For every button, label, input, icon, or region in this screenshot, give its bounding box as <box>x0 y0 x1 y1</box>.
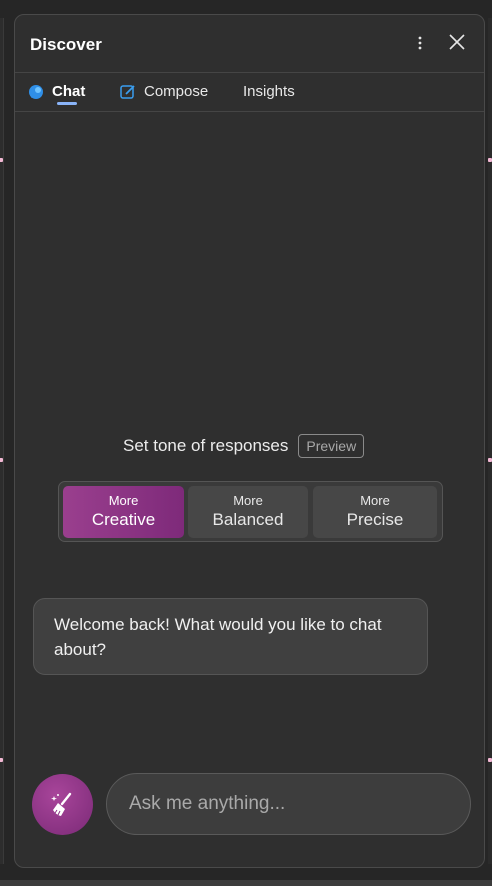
tone-precise-button[interactable]: More Precise <box>313 486 437 538</box>
broom-icon <box>50 792 71 816</box>
compose-icon <box>120 84 136 100</box>
edge-marker <box>0 458 3 462</box>
tone-balanced-name: Balanced <box>212 510 284 529</box>
close-button[interactable] <box>445 30 469 54</box>
tone-precise-name: Precise <box>346 510 404 529</box>
edge-marker <box>488 758 492 762</box>
tone-selector: More Creative More Balanced More Precise <box>58 481 443 542</box>
tone-creative-prefix: More <box>108 493 139 508</box>
tone-label: Set tone of responses <box>123 436 289 455</box>
tone-balanced-prefix: More <box>233 493 263 508</box>
more-vertical-icon <box>418 36 422 50</box>
welcome-message: Welcome back! What would you like to cha… <box>33 598 428 675</box>
tab-bar: Chat Compose Insights <box>15 72 484 112</box>
tab-compose-label: Compose <box>144 83 209 100</box>
tone-header: Set tone of responses Preview <box>123 433 365 459</box>
ask-input[interactable] <box>106 773 471 835</box>
tab-compose[interactable]: Compose <box>120 72 208 111</box>
tab-insights-label: Insights <box>243 83 295 100</box>
right-edge <box>488 18 492 864</box>
discover-panel: Discover Chat Compose Insights Set tone … <box>14 14 485 868</box>
panel-header: Discover <box>15 15 484 73</box>
edge-marker <box>488 458 492 462</box>
panel-title: Discover <box>30 35 102 54</box>
tab-chat-label: Chat <box>52 83 86 100</box>
tab-chat[interactable]: Chat <box>28 72 85 111</box>
left-edge <box>0 18 4 864</box>
edge-marker <box>488 158 492 162</box>
tone-precise-prefix: More <box>360 493 390 508</box>
tone-creative-name: Creative <box>91 510 156 529</box>
active-tab-indicator <box>57 102 77 105</box>
tab-insights[interactable]: Insights <box>243 72 295 111</box>
preview-badge: Preview <box>298 434 365 458</box>
tone-balanced-button[interactable]: More Balanced <box>188 486 308 538</box>
more-options-button[interactable] <box>410 31 430 55</box>
new-topic-button[interactable] <box>32 774 93 835</box>
close-icon <box>449 34 465 50</box>
bottom-bar <box>0 880 492 886</box>
tone-creative-button[interactable]: More Creative <box>63 486 184 538</box>
edge-marker <box>0 158 3 162</box>
chat-bubble-icon <box>28 84 44 100</box>
edge-marker <box>0 758 3 762</box>
app-window: Discover Chat Compose Insights Set tone … <box>0 0 492 886</box>
